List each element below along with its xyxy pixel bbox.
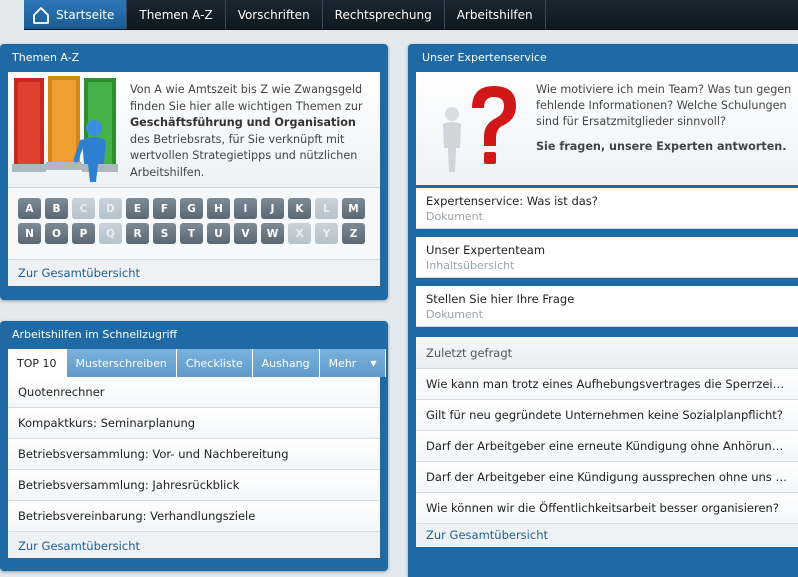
card-subtitle: Inhaltsübersicht — [426, 259, 515, 272]
themen-intro-part1: Von A wie Amtszeit bis Z wie Zwangsgeld … — [130, 83, 363, 113]
experten-overview-link[interactable]: Zur Gesamtübersicht — [416, 524, 798, 547]
expertenservice-intro-bold: Sie fragen, unsere Experten antworten. — [536, 140, 787, 153]
arbeitshilfen-panel-title: Arbeitshilfen im Schnellzugriff — [12, 328, 178, 341]
nav-startseite-label: Startseite — [56, 7, 115, 22]
letter-s-button[interactable]: S — [153, 223, 176, 244]
frage-stellen-card[interactable]: Stellen Sie hier Ihre Frage Dokument — [416, 286, 798, 327]
tab-aushang[interactable]: Aushang — [252, 349, 320, 377]
letter-j-button[interactable]: J — [261, 198, 284, 219]
zuletzt-gefragt-heading: Zuletzt gefragt — [416, 337, 798, 369]
letter-f-button[interactable]: F — [153, 198, 176, 219]
arbeitshilfe-item[interactable]: Betriebsversammlung: Jahresrückblick — [8, 470, 380, 501]
expertenteam-card[interactable]: Unser Expertenteam Inhaltsübersicht — [416, 237, 798, 278]
question-item[interactable]: Gilt für neu gegründete Unternehmen kein… — [416, 400, 798, 431]
alphabet-row-1: ABCDEFGHIJKLM — [18, 198, 380, 219]
arbeitshilfe-item[interactable]: Betriebsversammlung: Vor- und Nachbereit… — [8, 439, 380, 470]
expertenservice-panel-title: Unser Expertenservice — [422, 51, 547, 64]
zuletzt-gefragt-section: Zuletzt gefragt Wie kann man trotz eines… — [416, 337, 798, 547]
letter-r-button[interactable]: R — [126, 223, 149, 244]
question-item[interactable]: Darf der Arbeitgeber eine erneute Kündig… — [416, 431, 798, 462]
letter-e-button[interactable]: E — [126, 198, 149, 219]
letter-d-button: D — [99, 198, 122, 219]
arbeitshilfe-item[interactable]: Kompaktkurs: Seminarplanung — [8, 408, 380, 439]
letter-t-button[interactable]: T — [180, 223, 203, 244]
doors-illustration — [12, 76, 118, 182]
expertenservice-intro-text: Wie motiviere ich mein Team? Was tun geg… — [532, 72, 798, 185]
home-icon — [33, 6, 49, 24]
letter-l-button: L — [315, 198, 338, 219]
letter-h-button[interactable]: H — [207, 198, 230, 219]
nav-themen-a-z[interactable]: Themen A-Z — [127, 0, 226, 29]
question-item[interactable]: Wie kann man trotz eines Aufhebungsvertr… — [416, 369, 798, 400]
nav-vorschriften[interactable]: Vorschriften — [226, 0, 323, 29]
question-item[interactable]: Darf der Arbeitgeber eine Kündigung auss… — [416, 462, 798, 493]
themen-panel-title: Themen A-Z — [12, 51, 80, 64]
letter-a-button[interactable]: A — [18, 198, 41, 219]
letter-b-button[interactable]: B — [45, 198, 68, 219]
arbeitshilfe-item[interactable]: Betriebsvereinbarung: Verhandlungsziele — [8, 501, 380, 532]
tab-musterschreiben[interactable]: Musterschreiben — [66, 349, 177, 377]
expertenservice-intro: Wie motiviere ich mein Team? Was tun geg… — [416, 72, 798, 185]
themen-intro-text: Von A wie Amtszeit bis Z wie Zwangsgeld … — [126, 72, 380, 187]
letter-z-button[interactable]: Z — [342, 223, 365, 244]
caret-down-icon: ▼ — [370, 358, 377, 368]
arbeitshilfen-tabs: TOP 10 Musterschreiben Checkliste Aushan… — [8, 349, 387, 377]
nav-rechtsprechung[interactable]: Rechtsprechung — [323, 0, 445, 29]
top-navigation: Startseite Themen A-Z Vorschriften Recht… — [24, 0, 798, 30]
letter-c-button: C — [72, 198, 95, 219]
letter-q-button: Q — [99, 223, 122, 244]
nav-startseite[interactable]: Startseite — [24, 0, 128, 29]
letter-u-button[interactable]: U — [207, 223, 230, 244]
letter-y-button: Y — [315, 223, 338, 244]
card-subtitle: Dokument — [426, 308, 483, 321]
arbeitshilfe-item[interactable]: Quotenrechner — [8, 377, 380, 408]
letter-k-button[interactable]: K — [288, 198, 311, 219]
card-title: Unser Expertenteam — [426, 243, 546, 257]
tab-checkliste[interactable]: Checkliste — [176, 349, 253, 377]
arbeitshilfen-overview-link[interactable]: Zur Gesamtübersicht — [8, 532, 380, 558]
themen-overview-link[interactable]: Zur Gesamtübersicht — [8, 260, 380, 286]
expertenservice-panel: Unser Expertenservice Wie motiviere ich … — [408, 44, 798, 577]
card-subtitle: Dokument — [426, 210, 483, 223]
question-mark-illustration — [443, 86, 516, 172]
letter-g-button[interactable]: G — [180, 198, 203, 219]
question-item[interactable]: Wie können wir die Öffentlichkeitsarbeit… — [416, 493, 798, 524]
expertenservice-intro-question: Wie motiviere ich mein Team? Was tun geg… — [536, 83, 792, 128]
letter-x-button: X — [288, 223, 311, 244]
nav-arbeitshilfen[interactable]: Arbeitshilfen — [445, 0, 546, 29]
tab-top-10[interactable]: TOP 10 — [8, 349, 67, 377]
themen-intro-part2: des Betriebsrats, für Sie verknüpft mit … — [130, 132, 358, 179]
expertenservice-card[interactable]: Expertenservice: Was ist das? Dokument — [416, 188, 798, 229]
alphabet-row-2: NOPQRSTUVWXYZ — [18, 223, 380, 244]
card-title: Stellen Sie hier Ihre Frage — [426, 292, 575, 306]
arbeitshilfen-panel: Arbeitshilfen im Schnellzugriff TOP 10 M… — [0, 321, 388, 571]
letter-o-button[interactable]: O — [45, 223, 68, 244]
letter-p-button[interactable]: P — [72, 223, 95, 244]
themen-intro: Von A wie Amtszeit bis Z wie Zwangsgeld … — [8, 72, 380, 188]
tab-mehr-label: Mehr — [328, 356, 357, 370]
tab-mehr[interactable]: Mehr ▼ — [319, 349, 387, 377]
alphabet-index: ABCDEFGHIJKLM NOPQRSTUVWXYZ — [8, 188, 380, 260]
arbeitshilfen-panel-body: TOP 10 Musterschreiben Checkliste Aushan… — [8, 349, 387, 558]
themen-panel: Themen A-Z Von A wie Amtszeit bis Z wie … — [0, 44, 388, 300]
card-title: Expertenservice: Was ist das? — [426, 194, 598, 208]
themen-panel-body: Von A wie Amtszeit bis Z wie Zwangsgeld … — [8, 72, 380, 286]
letter-v-button[interactable]: V — [234, 223, 257, 244]
letter-n-button[interactable]: N — [18, 223, 41, 244]
letter-w-button[interactable]: W — [261, 223, 284, 244]
letter-m-button[interactable]: M — [342, 198, 365, 219]
themen-intro-bold: Geschäftsführung und Organisation — [130, 116, 356, 129]
letter-i-button[interactable]: I — [234, 198, 257, 219]
